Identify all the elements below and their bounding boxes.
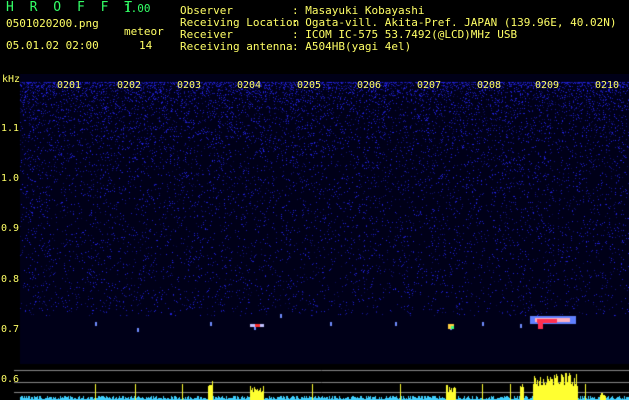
app-version: 1.00 [124,2,151,15]
meteor-label: meteor [124,25,164,38]
freq-tick-1.1: 1.1 [1,123,20,134]
time-tick-0206: 0206 [357,80,382,91]
header-panel: H R O F F T 1.00 0501020200.png meteor 0… [0,0,629,74]
antenna-value: : A504HB(yagi 4el) [292,40,412,53]
time-tick-0201: 0201 [57,80,82,91]
file-name: 0501020200.png [6,17,99,30]
time-tick-0207: 0207 [417,80,442,91]
freq-tick-0.6: 0.6 [1,374,20,385]
time-tick-0204: 0204 [237,80,262,91]
freq-tick-0.8: 0.8 [1,274,20,285]
time-tick-0202: 0202 [117,80,142,91]
time-tick-0205: 0205 [297,80,322,91]
time-tick-0203: 0203 [177,80,202,91]
unit-label: kHz [2,74,21,85]
freq-tick-0.9: 0.9 [1,223,20,234]
spectrogram-canvas [0,74,629,400]
app-logo: H R O F F T [6,0,137,15]
meteor-count: 14 [139,39,153,52]
freq-tick-0.7: 0.7 [1,324,20,335]
time-tick-0210: 0210 [595,80,620,91]
antenna-label: Receiving antenna [180,40,293,53]
time-tick-0209: 0209 [535,80,560,91]
time-tick-0208: 0208 [477,80,502,91]
freq-tick-1.0: 1.0 [1,173,20,184]
date-time: 05.01.02 02:00 [6,39,99,52]
